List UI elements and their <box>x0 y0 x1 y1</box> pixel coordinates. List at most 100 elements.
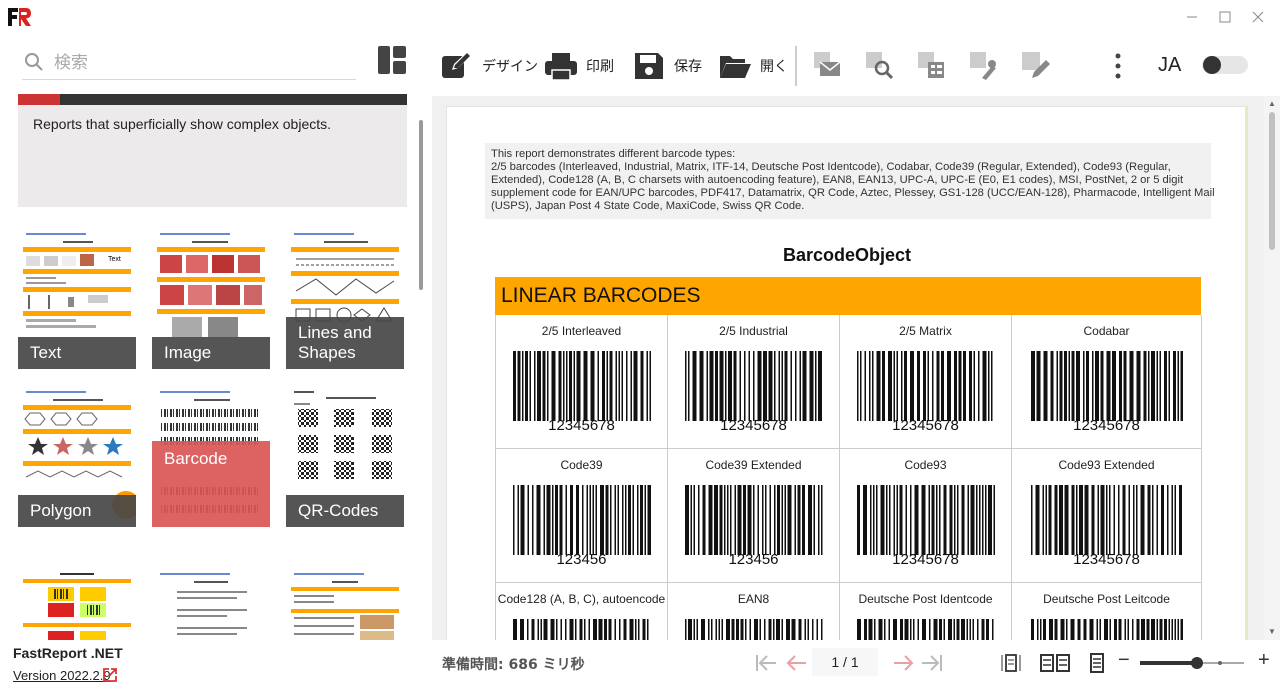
thumbnail-qr-codes[interactable]: QR-Codes <box>286 387 404 527</box>
barcode-bar <box>754 619 758 640</box>
scroll-up-icon[interactable]: ▲ <box>1267 99 1277 109</box>
barcode-bar <box>1050 351 1054 421</box>
barcode-bar <box>896 485 898 555</box>
thumbnail-image[interactable]: Image <box>152 229 270 369</box>
layout-toggle-icon[interactable] <box>378 46 406 74</box>
category-description: Reports that superficially show complex … <box>18 94 407 207</box>
barcode-bar <box>708 619 710 640</box>
barcode-bar <box>874 619 876 640</box>
barcode-bar <box>743 485 746 555</box>
language-selector[interactable]: JA <box>1158 54 1181 77</box>
outline-icon[interactable] <box>918 52 946 80</box>
barcode-bar <box>527 619 529 640</box>
barcode-graphic <box>857 351 993 421</box>
edit-page-icon[interactable] <box>1022 52 1050 80</box>
barcode-bar <box>685 619 687 640</box>
barcode-bar <box>534 351 536 421</box>
barcode-bar <box>711 619 713 640</box>
barcode-graphic <box>857 619 994 640</box>
barcode-bar <box>531 619 535 640</box>
continuous-view-icon[interactable] <box>1084 653 1110 673</box>
email-icon[interactable] <box>814 52 842 80</box>
barcode-bar <box>1045 485 1047 555</box>
find-icon[interactable] <box>866 52 894 80</box>
scrollbar-thumb[interactable] <box>1269 112 1275 250</box>
zoom-out-button[interactable]: − <box>1118 649 1130 672</box>
barcode-bar <box>610 485 612 555</box>
thumbnail-text[interactable]: Text Text <box>18 229 136 369</box>
design-button[interactable]: デザイン <box>440 50 538 82</box>
zoom-slider-knob[interactable] <box>1191 657 1203 669</box>
preview-scrollbar[interactable]: ▲ ▼ <box>1264 96 1280 640</box>
barcode-bar <box>621 351 623 421</box>
barcode-bar <box>702 485 706 555</box>
barcode-bar <box>795 351 797 421</box>
save-button[interactable]: 保存 <box>632 50 702 82</box>
previous-page-icon[interactable] <box>784 652 808 674</box>
maximize-button[interactable] <box>1215 7 1235 27</box>
barcode-graphic <box>685 485 823 555</box>
gallery-scrollbar[interactable] <box>419 120 423 290</box>
thumbnail-lines-shapes[interactable]: Lines and Shapes <box>286 229 404 369</box>
title-bar <box>0 0 1280 34</box>
barcode-bar <box>719 485 723 555</box>
barcode-bar <box>1180 619 1183 640</box>
barcode-bar <box>857 485 860 555</box>
barcode-bar <box>893 619 897 640</box>
barcode-bar <box>590 351 595 421</box>
next-page-icon[interactable] <box>892 652 916 674</box>
barcode-bar <box>730 485 732 555</box>
zoom-in-button[interactable]: + <box>1258 649 1270 672</box>
barcode-bar <box>1156 485 1158 555</box>
barcode-bar <box>1133 485 1135 555</box>
barcode-bar <box>1066 619 1068 640</box>
barcode-bar <box>889 485 891 555</box>
thumbnail-label: Lines and Shapes <box>286 317 404 369</box>
barcode-bar <box>757 351 762 421</box>
print-button[interactable]: 印刷 <box>544 50 614 82</box>
barcode-bar <box>882 351 885 421</box>
scroll-down-icon[interactable]: ▼ <box>1267 627 1277 637</box>
barcode-bar <box>762 485 764 555</box>
folder-open-icon <box>720 56 751 78</box>
barcode-bar <box>555 485 558 555</box>
barcode-bar <box>644 485 646 555</box>
last-page-icon[interactable] <box>920 652 944 674</box>
thumbnail-pharmacode[interactable] <box>18 546 136 640</box>
thumbnail-barcode[interactable]: Barcode <box>152 387 270 527</box>
theme-toggle[interactable] <box>1202 56 1248 74</box>
thumbnail-text-report[interactable] <box>152 546 270 640</box>
barcode-grid: 2/5 Interleaved 12345678 2/5 Industrial 123… <box>495 315 1202 640</box>
external-link-icon[interactable] <box>102 667 118 683</box>
barcode-bar <box>692 351 697 421</box>
barcode-cell: Deutsche Post Identcode <box>840 583 1012 640</box>
edit-icon <box>442 52 471 78</box>
more-options-icon[interactable] <box>1108 52 1128 80</box>
barcode-bar <box>988 485 992 555</box>
open-button[interactable]: 開く <box>718 50 788 82</box>
barcode-bar <box>701 619 705 640</box>
version-link[interactable]: Version 2022.2.9 <box>13 668 111 683</box>
barcode-bar <box>602 351 605 421</box>
barcode-bar <box>727 485 729 555</box>
page-number[interactable]: 1 / 1 <box>812 648 878 676</box>
save-label: 保存 <box>674 59 702 75</box>
page-setup-icon[interactable] <box>970 52 998 80</box>
barcode-bar <box>979 485 981 555</box>
first-page-icon[interactable] <box>754 652 778 674</box>
minimize-button[interactable] <box>1182 7 1202 27</box>
barcode-bar <box>550 619 555 640</box>
barcode-cell: EAN8 <box>668 583 840 640</box>
single-page-view-icon[interactable] <box>998 653 1024 673</box>
barcode-bar <box>948 619 952 640</box>
barcode-bar <box>921 485 926 555</box>
search-input[interactable] <box>54 50 344 76</box>
barcode-bar <box>597 351 599 421</box>
close-button[interactable] <box>1248 7 1268 27</box>
two-page-view-icon[interactable] <box>1040 653 1070 673</box>
barcode-cell: Code93 Extended 12345678 <box>1012 449 1202 583</box>
thumbnail-table[interactable] <box>286 546 404 640</box>
thumbnail-polygon[interactable]: Polygon <box>18 387 136 527</box>
barcode-bar <box>629 619 634 640</box>
barcode-bar <box>696 619 698 640</box>
